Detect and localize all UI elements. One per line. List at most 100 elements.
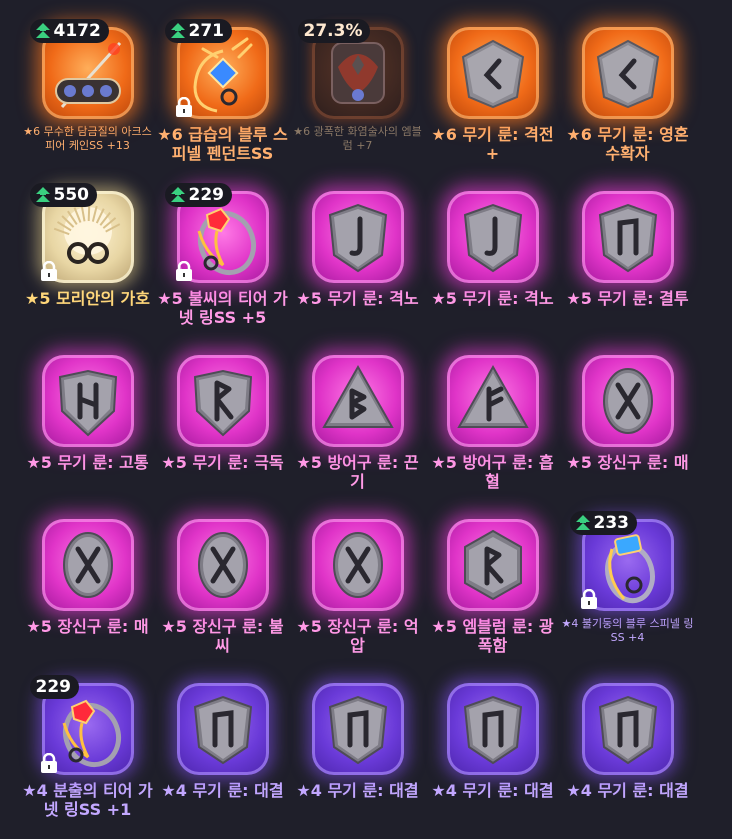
inventory-slot[interactable]: 4172 ★6 무수한 담금질의 아크스피어 케인SS +13 [20, 15, 155, 179]
inventory-slot[interactable]: 233 ★4 불기둥의 블루 스피넬 링SS +4 [560, 507, 695, 671]
rune-j-icon [463, 203, 522, 273]
lock-icon [40, 261, 57, 281]
inventory-slot[interactable]: ★4 무기 룬: 대결 [290, 671, 425, 835]
power-badge: 233 [569, 511, 637, 535]
inventory-slot[interactable]: ★5 무기 룬: 격노 [290, 179, 425, 343]
item-name: ★5 무기 룬: 격노 [431, 289, 554, 308]
item-icon-frame[interactable]: 4172 [29, 19, 134, 119]
item-icon-frame[interactable] [311, 683, 404, 775]
badge-value: 4172 [53, 21, 101, 41]
item-name: ★5 불씨의 티어 가넷 링SS +5 [157, 289, 288, 327]
inventory-slot[interactable]: ★5 엠블럼 룬: 광폭함 [425, 507, 560, 671]
inventory-slot[interactable]: ★4 무기 룬: 대결 [155, 671, 290, 835]
power-up-icon [575, 515, 590, 530]
power-badge: 229 [164, 183, 232, 207]
inventory-slot[interactable]: ★5 장신구 룬: 억압 [290, 507, 425, 671]
badge-value: 229 [35, 677, 72, 697]
item-icon-frame[interactable] [176, 519, 269, 611]
item-name: ★6 무수한 담금질의 아크스피어 케인SS +13 [23, 125, 152, 152]
rune-n-icon [598, 203, 657, 273]
item-icon-frame[interactable]: 233 [569, 511, 674, 611]
inventory-slot[interactable]: ★5 무기 룬: 극독 [155, 343, 290, 507]
item-name: ★4 불기둥의 블루 스피넬 링SS +4 [561, 617, 694, 644]
item-icon-frame[interactable]: 229 [29, 675, 134, 775]
item-icon-frame[interactable] [446, 519, 539, 611]
power-badge: 229 [29, 675, 79, 699]
inventory-slot[interactable]: ★5 장신구 룬: 매 [560, 343, 695, 507]
power-up-icon [170, 187, 185, 202]
progress-badge: 27.3% [297, 19, 371, 43]
inventory-slot[interactable]: 27.3% ★6 광폭한 화염술사의 엠블럼 +7 [290, 15, 425, 179]
item-icon-frame[interactable] [581, 27, 674, 119]
inventory-slot[interactable]: ★6 무기 룬: 격전+ [425, 15, 560, 179]
item-name: ★5 무기 룬: 격노 [296, 289, 419, 308]
lock-icon [175, 97, 192, 117]
lock-icon [40, 753, 57, 773]
inventory-slot[interactable]: ★5 무기 룬: 결투 [560, 179, 695, 343]
badge-value: 229 [188, 185, 225, 205]
oval-x-icon [197, 532, 248, 598]
hex-r-icon [463, 529, 522, 601]
inventory-slot[interactable]: 229 ★5 불씨의 티어 가넷 링SS +5 [155, 179, 290, 343]
inventory-slot[interactable]: ★4 무기 룬: 대결 [560, 671, 695, 835]
rune-n-icon [598, 695, 657, 765]
badge-value: 233 [593, 513, 630, 533]
inventory-slot[interactable]: ★5 방어구 룬: 흡혈 [425, 343, 560, 507]
item-icon-frame[interactable] [446, 683, 539, 775]
item-icon-frame[interactable] [176, 683, 269, 775]
item-icon-frame[interactable]: 550 [29, 183, 134, 283]
item-name: ★5 모리안의 가호 [25, 289, 150, 308]
item-icon-frame[interactable] [446, 191, 539, 283]
power-badge: 271 [164, 19, 232, 43]
item-name: ★5 무기 룬: 고통 [26, 453, 149, 472]
item-icon-frame[interactable]: 27.3% [297, 19, 404, 119]
item-icon-frame[interactable] [41, 519, 134, 611]
item-icon-frame[interactable] [446, 27, 539, 119]
item-name: ★4 무기 룬: 대결 [296, 781, 419, 800]
oval-x-icon [62, 532, 113, 598]
rune-j-icon [328, 203, 387, 273]
item-name: ★5 방어구 룬: 흡혈 [431, 453, 554, 491]
item-icon-frame[interactable] [311, 355, 404, 447]
inventory-slot[interactable]: ★5 방어구 룬: 끈기 [290, 343, 425, 507]
rune-n-icon [193, 695, 252, 765]
tri-b-icon [321, 364, 394, 428]
inventory-slot[interactable]: 271 ★6 급습의 블루 스피넬 펜던트SS [155, 15, 290, 179]
inventory-slot[interactable]: ★5 장신구 룬: 불씨 [155, 507, 290, 671]
badge-value: 550 [53, 185, 90, 205]
inventory-slot[interactable]: ★5 무기 룬: 격노 [425, 179, 560, 343]
inventory-slot[interactable]: ★5 무기 룬: 고통 [20, 343, 155, 507]
item-icon-frame[interactable] [311, 519, 404, 611]
lock-icon [580, 589, 597, 609]
item-icon-frame[interactable] [176, 355, 269, 447]
item-name: ★5 장신구 룬: 억압 [296, 617, 419, 655]
inventory-slot[interactable]: ★4 무기 룬: 대결 [425, 671, 560, 835]
inventory-slot[interactable]: ★5 장신구 룬: 매 [20, 507, 155, 671]
item-name: ★5 장신구 룬: 불씨 [161, 617, 284, 655]
oval-x-icon [332, 532, 383, 598]
power-badge: 550 [29, 183, 97, 207]
item-icon-frame[interactable]: 229 [164, 183, 269, 283]
item-icon-frame[interactable] [581, 683, 674, 775]
item-name: ★6 무기 룬: 영혼 수확자 [566, 125, 689, 163]
shield-r-icon [193, 369, 252, 437]
inventory-slot[interactable]: 550 ★5 모리안의 가호 [20, 179, 155, 343]
item-name: ★5 무기 룬: 극독 [161, 453, 284, 472]
item-icon-frame[interactable] [581, 191, 674, 283]
item-icon-frame[interactable] [41, 355, 134, 447]
item-name: ★4 무기 룬: 대결 [431, 781, 554, 800]
item-name: ★4 무기 룬: 대결 [161, 781, 284, 800]
inventory-slot[interactable]: 229 ★4 분출의 티어 가넷 링SS +1 [20, 671, 155, 835]
rune-n-icon [463, 695, 522, 765]
item-icon-frame[interactable]: 271 [164, 19, 269, 119]
item-icon-frame[interactable] [446, 355, 539, 447]
item-name: ★5 방어구 룬: 끈기 [296, 453, 419, 491]
rune-n-icon [328, 695, 387, 765]
tri-f-icon [456, 364, 529, 428]
item-icon-frame[interactable] [311, 191, 404, 283]
inventory-slot[interactable]: ★6 무기 룬: 영혼 수확자 [560, 15, 695, 179]
shield-h-icon [58, 369, 117, 437]
item-icon-frame[interactable] [581, 355, 674, 447]
item-name: ★5 무기 룬: 결투 [566, 289, 689, 308]
item-name: ★6 무기 룬: 격전+ [431, 125, 554, 163]
